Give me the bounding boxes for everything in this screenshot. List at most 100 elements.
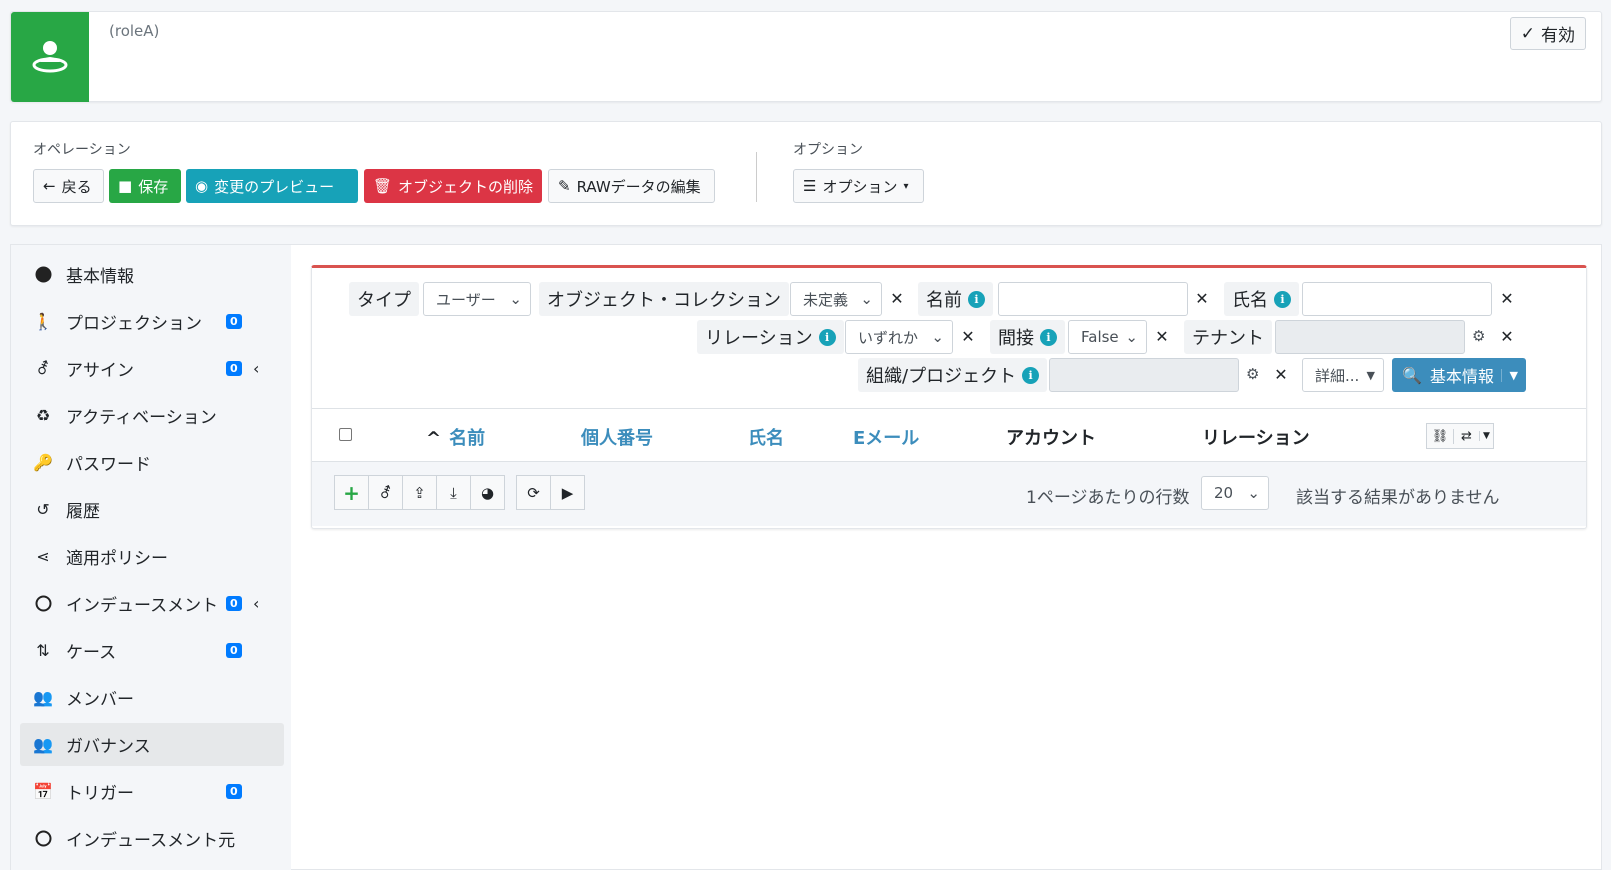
sidebar-item-cases[interactable]: ⇅ ケース 0 — [20, 629, 284, 672]
clear-org-icon[interactable]: ✕ — [1271, 365, 1291, 384]
exchange-icon: ⇄ — [1453, 428, 1479, 444]
clear-tenant-icon[interactable]: ✕ — [1497, 327, 1517, 346]
indirect-filter-label: 間接 i — [990, 320, 1065, 354]
sidebar-item-induced-by[interactable]: インデュースメント元 — [20, 817, 284, 860]
tenant-filter-label: テナント — [1184, 320, 1272, 354]
arrow-left-icon: ← — [43, 177, 56, 195]
clear-indirect-icon[interactable]: ✕ — [1152, 327, 1172, 346]
column-personal-number[interactable]: 個人番号 — [581, 424, 653, 450]
refresh-icon[interactable]: ⟳ — [516, 475, 551, 510]
rows-per-page-select[interactable]: 20 ⌄ — [1201, 476, 1269, 510]
status-badge[interactable]: ✓ 有効 — [1509, 17, 1586, 50]
column-name[interactable]: ^ 名前 — [426, 424, 485, 450]
eye-icon: ◉ — [195, 177, 209, 195]
download-icon[interactable]: ⤓ — [436, 475, 471, 510]
sidebar-item-triggers[interactable]: 📅 トリガー 0 — [20, 770, 284, 813]
caret-down-icon: ▼ — [1366, 368, 1375, 382]
clear-name-icon[interactable]: ✕ — [1192, 289, 1212, 308]
rows-per-page-label: 1ページあたりの行数 — [1026, 488, 1190, 508]
sidebar-item-assignment[interactable]: ⚦ アサイン 0 ‹ — [20, 347, 284, 390]
column-fullname[interactable]: 氏名 — [748, 424, 784, 450]
sidebar-item-inducement[interactable]: インデュースメント 0 ‹ — [20, 582, 284, 625]
case-icon: ⇅ — [36, 641, 50, 660]
back-button[interactable]: ← 戻る — [33, 169, 104, 203]
info-icon: i — [1274, 290, 1291, 308]
assignment-icon: ⚦ — [36, 359, 50, 378]
search-button[interactable]: 🔍 基本情報 ▼ — [1392, 358, 1526, 392]
fullname-input[interactable] — [1302, 282, 1492, 316]
circle-filled-icon — [20, 266, 66, 283]
tenant-input[interactable] — [1275, 320, 1465, 354]
play-icon[interactable]: ▶ — [550, 475, 585, 510]
count-badge: 0 — [226, 361, 242, 376]
options-dropdown[interactable]: ☰ オプション ▾ — [793, 169, 924, 203]
sidebar-item-governance[interactable]: 👥 ガバナンス — [20, 723, 284, 766]
type-select[interactable]: ユーザー ⌄ — [423, 282, 531, 316]
divider — [756, 152, 757, 202]
preview-changes-button[interactable]: ◉ 変更のプレビュー — [186, 169, 358, 203]
name-input[interactable] — [998, 282, 1188, 316]
sidebar-item-basic[interactable]: 基本情報 — [20, 253, 284, 296]
table-header: ^ 名前 個人番号 氏名 Eメール アカウント リレーション ⛓ ⇄ ▼ — [312, 408, 1586, 462]
name-filter-label: 名前 i — [918, 282, 993, 316]
users-icon: 👥 — [33, 688, 53, 707]
chart-add-icon[interactable]: ◕ — [470, 475, 505, 510]
menu-icon: ☰ — [803, 177, 817, 195]
share-icon: ⋖ — [36, 547, 50, 566]
column-relation: リレーション — [1202, 428, 1310, 449]
chevron-left-icon: ‹ — [253, 359, 260, 378]
operations-label: オペレーション — [33, 142, 131, 158]
column-settings-button[interactable]: ⛓ ⇄ ▼ — [1426, 423, 1494, 449]
members-table-box: タイプ ユーザー ⌄ オブジェクト・コレクション 未定義 ⌄ ✕ 名前 i ✕ 氏名 i… — [311, 265, 1587, 529]
key-icon: 🔑 — [33, 453, 53, 472]
gear-icon[interactable]: ⚙ — [1246, 365, 1259, 383]
count-badge: 0 — [226, 784, 242, 799]
collection-filter-label: オブジェクト・コレクション — [539, 282, 789, 316]
chevron-left-icon: ‹ — [253, 594, 260, 613]
org-input[interactable] — [1049, 358, 1239, 392]
object-subtitle: (roleA) — [109, 22, 160, 40]
clear-fullname-icon[interactable]: ✕ — [1497, 289, 1517, 308]
check-icon: ✓ — [1520, 23, 1535, 44]
caret-down-icon: ▼ — [1500, 368, 1526, 382]
unlink-icon: ⛓ — [1431, 428, 1449, 444]
more-filters-dropdown[interactable]: 詳細... ▼ — [1302, 358, 1384, 392]
org-filter-label: 組織/プロジェクト i — [858, 358, 1048, 392]
relation-select[interactable]: いずれか ⌄ — [845, 320, 953, 354]
chevron-down-icon: ⌄ — [509, 290, 522, 308]
sidebar-item-projection[interactable]: 🚶 プロジェクション 0 — [20, 300, 284, 343]
main-panel: 基本情報 🚶 プロジェクション 0 ⚦ アサイン 0 ‹ ♻ アクティベーション… — [10, 244, 1602, 870]
options-label: オプション — [793, 142, 863, 158]
edit-icon: ✎ — [558, 177, 571, 195]
delete-object-button[interactable]: 🗑 オブジェクトの削除 — [364, 169, 542, 203]
gear-icon[interactable]: ⚙ — [1472, 327, 1485, 345]
info-icon: i — [818, 328, 836, 346]
object-header: (roleA) ✓ 有効 — [10, 11, 1602, 102]
save-button[interactable]: ■ 保存 — [109, 169, 181, 203]
select-all-checkbox[interactable] — [339, 428, 352, 441]
column-email[interactable]: Eメール — [853, 424, 919, 450]
caret-down-icon: ▾ — [903, 180, 909, 192]
sidebar-item-history[interactable]: ↺ 履歴 — [20, 488, 284, 531]
edit-raw-button[interactable]: ✎ RAWデータの編集 — [548, 169, 715, 203]
chevron-down-icon: ⌄ — [1247, 484, 1260, 502]
upload-icon[interactable]: ⇪ — [402, 475, 437, 510]
sidebar-item-activation[interactable]: ♻ アクティベーション — [20, 394, 284, 437]
sidebar-item-members[interactable]: 👥 メンバー — [20, 676, 284, 719]
fullname-filter-label: 氏名 i — [1224, 282, 1299, 316]
sort-up-icon: ^ — [426, 428, 442, 449]
add-icon[interactable]: + — [334, 475, 369, 510]
sidebar: 基本情報 🚶 プロジェクション 0 ⚦ アサイン 0 ‹ ♻ アクティベーション… — [11, 245, 291, 870]
operations-panel: オペレーション ← 戻る ■ 保存 ◉ 変更のプレビュー 🗑 オブジェクトの削除 ✎ RA… — [10, 121, 1602, 226]
sidebar-item-policies[interactable]: ⋖ 適用ポリシー — [20, 535, 284, 578]
chevron-down-icon: ⌄ — [860, 290, 873, 308]
indirect-select[interactable]: False ⌄ — [1068, 320, 1147, 354]
clear-relation-icon[interactable]: ✕ — [958, 327, 978, 346]
assign-icon[interactable]: ⚦ — [368, 475, 403, 510]
count-badge: 0 — [226, 596, 242, 611]
collection-select[interactable]: 未定義 ⌄ — [790, 282, 882, 316]
clear-collection-icon[interactable]: ✕ — [887, 289, 907, 308]
relation-filter-label: リレーション i — [697, 320, 844, 354]
sidebar-item-password[interactable]: 🔑 パスワード — [20, 441, 284, 484]
search-icon: 🔍 — [1402, 365, 1422, 385]
